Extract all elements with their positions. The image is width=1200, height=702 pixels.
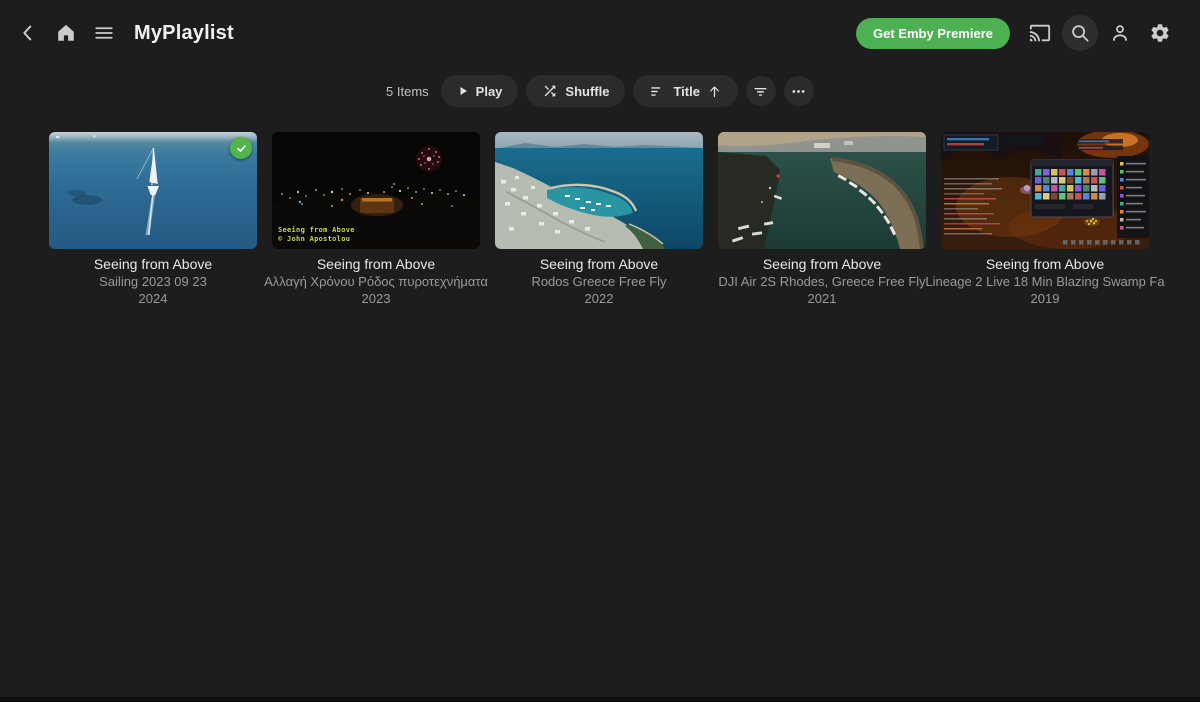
card-subtitle: DJI Air 2S Rhodes, Greece Free Fly [718, 274, 925, 289]
play-label: Play [476, 84, 503, 99]
top-bar: MyPlaylist Get Emby Premiere [0, 0, 1200, 66]
video-thumbnail[interactable] [49, 132, 257, 249]
watermark-line1: Seeing from Above [278, 226, 355, 235]
thumbnail-art-game [941, 132, 1149, 249]
cast-icon [1029, 22, 1051, 44]
cast-button[interactable] [1022, 15, 1058, 51]
card-title[interactable]: Seeing from Above [986, 256, 1104, 272]
card-year: 2023 [362, 291, 391, 306]
playlist-items: Seeing from Above Sailing 2023 09 23 202… [0, 132, 1200, 306]
watermark-text: Seeing from Above © John Apostolou [278, 226, 355, 244]
menu-icon [93, 22, 115, 44]
sort-button[interactable]: Title [633, 75, 738, 107]
header-left-group: MyPlaylist [10, 15, 234, 51]
thumbnail-art-sailing [49, 132, 257, 249]
filter-button[interactable] [746, 76, 776, 106]
chevron-left-icon [17, 22, 39, 44]
card-title[interactable]: Seeing from Above [540, 256, 658, 272]
thumbnail-art-harbor [718, 132, 926, 249]
user-button[interactable] [1102, 15, 1138, 51]
video-thumbnail[interactable] [718, 132, 926, 249]
shuffle-button[interactable]: Shuffle [526, 75, 625, 107]
ellipsis-icon [790, 83, 807, 100]
back-button[interactable] [10, 15, 46, 51]
get-emby-premiere-button[interactable]: Get Emby Premiere [856, 18, 1010, 49]
card-subtitle: Rodos Greece Free Fly [531, 274, 666, 289]
shuffle-icon [542, 83, 558, 99]
card-title[interactable]: Seeing from Above [94, 256, 212, 272]
shuffle-label: Shuffle [565, 84, 609, 99]
filter-icon [752, 83, 769, 100]
check-icon [235, 142, 248, 155]
header-right-group: Get Emby Premiere [856, 15, 1178, 51]
gear-icon [1149, 22, 1171, 44]
video-card: Seeing from Above Rodos Greece Free Fly … [495, 132, 703, 306]
user-icon [1109, 22, 1131, 44]
play-button[interactable]: Play [441, 75, 519, 107]
video-thumbnail[interactable] [941, 132, 1149, 249]
menu-button[interactable] [86, 15, 122, 51]
watermark-line2: © John Apostolou [278, 235, 355, 244]
sort-icon [649, 83, 666, 100]
video-thumbnail[interactable]: Seeing from Above © John Apostolou [272, 132, 480, 249]
video-card: Seeing from Above Lineage 2 Live 18 Min … [941, 132, 1149, 306]
window-bottom-edge [0, 697, 1200, 702]
search-icon [1069, 22, 1091, 44]
card-year: 2021 [808, 291, 837, 306]
card-title[interactable]: Seeing from Above [317, 256, 435, 272]
card-subtitle: Sailing 2023 09 23 [99, 274, 207, 289]
arrow-up-icon [707, 84, 722, 99]
settings-button[interactable] [1142, 15, 1178, 51]
video-thumbnail[interactable] [495, 132, 703, 249]
card-year: 2022 [585, 291, 614, 306]
card-subtitle: Lineage 2 Live 18 Min Blazing Swamp Fa [925, 274, 1164, 289]
sort-label: Title [673, 84, 700, 99]
home-button[interactable] [48, 15, 84, 51]
play-icon [457, 85, 469, 97]
video-card: Seeing from Above Sailing 2023 09 23 202… [49, 132, 257, 306]
item-count: 5 Items [386, 84, 429, 99]
more-button[interactable] [784, 76, 814, 106]
thumbnail-art-coast [495, 132, 703, 249]
watched-badge [230, 137, 252, 159]
page-title: MyPlaylist [134, 22, 234, 45]
card-year: 2019 [1031, 291, 1060, 306]
card-subtitle: Αλλαγή Χρόνου Ρόδος πυροτεχνήματα [264, 274, 488, 289]
video-card: Seeing from Above © John Apostolou Seein… [272, 132, 480, 306]
toolbar: 5 Items Play Shuffle Title [0, 75, 1200, 107]
home-icon [55, 22, 77, 44]
video-card: Seeing from Above DJI Air 2S Rhodes, Gre… [718, 132, 926, 306]
card-year: 2024 [139, 291, 168, 306]
search-button[interactable] [1062, 15, 1098, 51]
card-title[interactable]: Seeing from Above [763, 256, 881, 272]
